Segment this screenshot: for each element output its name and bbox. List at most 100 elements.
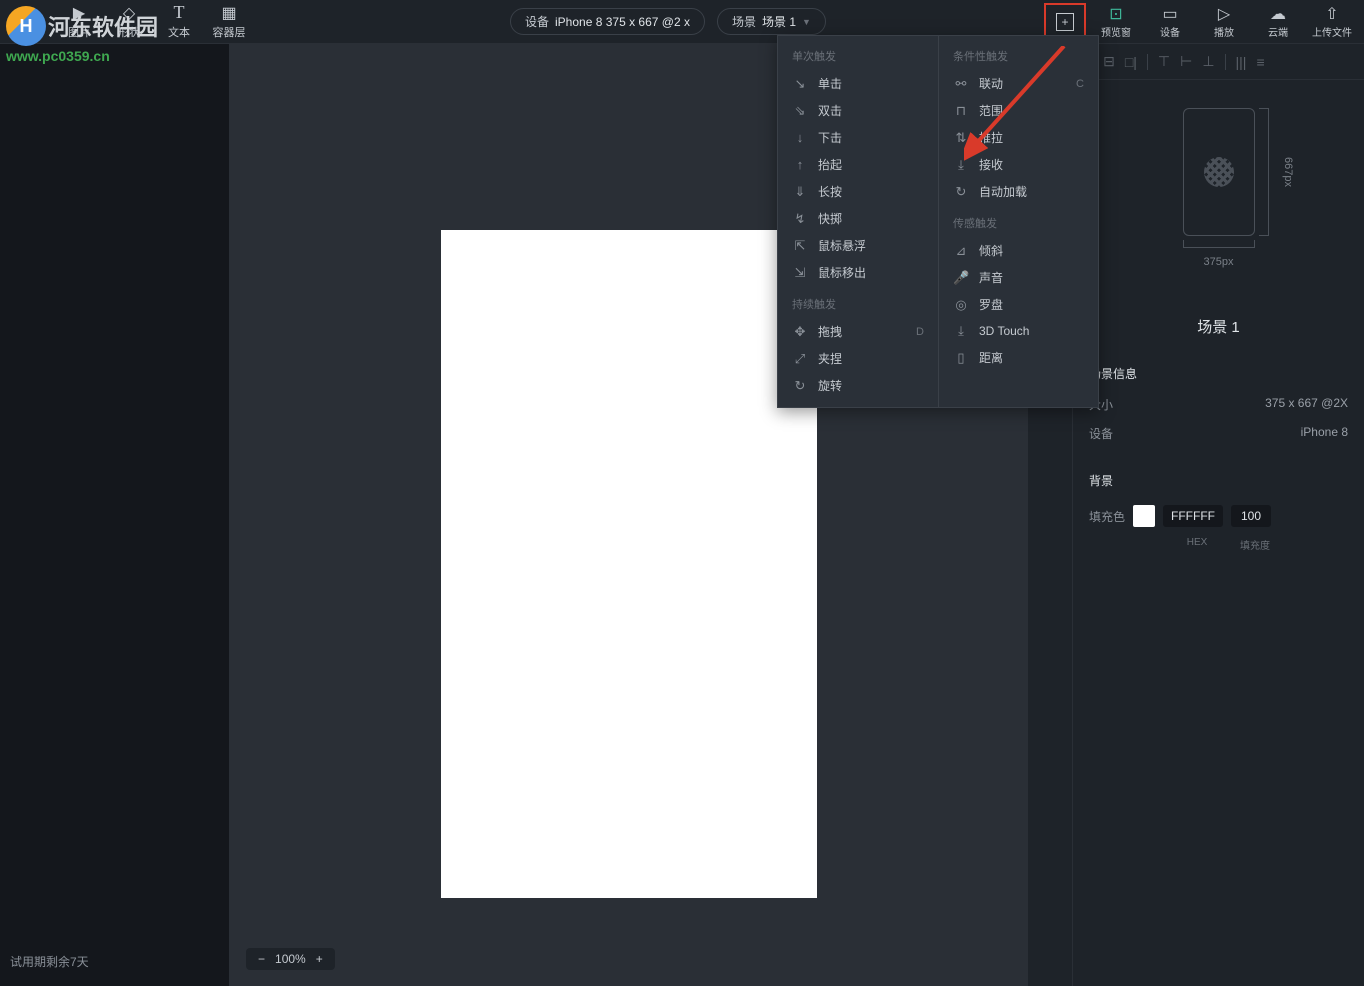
align-top-icon[interactable]: ⊤: [1158, 53, 1170, 70]
menu-item-range[interactable]: ⊓范围: [939, 97, 1098, 124]
menu-item-doubletap[interactable]: ⇘双击: [778, 97, 938, 124]
upload-button[interactable]: ⇧上传文件: [1308, 0, 1356, 44]
fill-row: 填充色 FFFFFF 100: [1073, 497, 1364, 535]
watermark: H 河东软件园 www.pc0359.cn: [6, 6, 158, 64]
scene-info-header: 场景信息: [1073, 355, 1364, 390]
hover-icon: ⇱: [792, 238, 808, 254]
distribute-v-icon[interactable]: ≡: [1256, 54, 1264, 70]
device-icon: ▭: [1162, 5, 1177, 23]
menu-item-drag[interactable]: ✥拖拽D: [778, 318, 938, 345]
topbar: ⊞视图 ▶图片 ◇形状 T文本 ▦容器层 设备 iPhone 8 375 x 6…: [0, 0, 1364, 44]
zoom-out-button[interactable]: −: [258, 952, 265, 966]
scene-selector[interactable]: 场景 场景 1 ▼: [717, 8, 826, 35]
zoom-value: 100%: [275, 952, 306, 966]
drag-icon: ✥: [792, 324, 808, 340]
menu-item-link[interactable]: ⚯联动C: [939, 70, 1098, 97]
tilt-icon: ⊿: [953, 243, 969, 259]
down-icon: ↓: [792, 130, 808, 145]
menu-header-sensor: 传感触发: [939, 211, 1098, 237]
menu-item-3dtouch[interactable]: ⤓3D Touch: [939, 318, 1098, 344]
compass-icon: ◎: [953, 297, 969, 313]
device-selector[interactable]: 设备 iPhone 8 375 x 667 @2 x: [510, 8, 705, 35]
autoload-icon: ↻: [953, 184, 969, 200]
mic-icon: 🎤: [953, 270, 969, 286]
menu-col-2: 条件性触发 ⚯联动C ⊓范围 ⇅推拉 ⤓接收 ↻自动加载 传感触发 ⊿倾斜 🎤声…: [938, 36, 1098, 407]
text-icon: T: [174, 4, 185, 22]
menu-item-tilt[interactable]: ⊿倾斜: [939, 237, 1098, 264]
align-center-h-icon[interactable]: ⊟: [1103, 53, 1115, 70]
play-icon: ▷: [1218, 5, 1230, 23]
device-value: iPhone 8 375 x 667 @2 x: [555, 15, 690, 29]
menu-header-continuous: 持续触发: [778, 292, 938, 318]
menu-item-autoload[interactable]: ↻自动加载: [939, 178, 1098, 205]
main: − 100% + |□ ⊟ □| ⊤ ⊢ ⊥ ||| ≡ 667px: [0, 44, 1364, 986]
rotate-icon: ↻: [792, 378, 808, 394]
hex-sublabel: HEX: [1167, 537, 1227, 552]
menu-item-touchdown[interactable]: ↓下击: [778, 124, 938, 151]
width-label: 375px: [1204, 256, 1234, 268]
tool-text[interactable]: T文本: [158, 0, 200, 44]
distribute-h-icon[interactable]: |||: [1236, 54, 1247, 70]
align-center-v-icon[interactable]: ⊢: [1180, 53, 1192, 70]
watermark-url: www.pc0359.cn: [6, 48, 158, 64]
menu-item-receive[interactable]: ⤓接收: [939, 151, 1098, 178]
size-row: 大小 375 x 667 @2X: [1073, 390, 1364, 419]
device-label: 设备: [1089, 425, 1113, 442]
size-value: 375 x 667 @2X: [1265, 396, 1348, 413]
cloud-button[interactable]: ☁云端: [1254, 0, 1302, 44]
align-bottom-icon[interactable]: ⊥: [1202, 53, 1214, 70]
background-header: 背景: [1073, 462, 1364, 497]
fling-icon: ↯: [792, 211, 808, 227]
menu-item-pushpull[interactable]: ⇅推拉: [939, 124, 1098, 151]
fill-label: 填充色: [1089, 508, 1125, 525]
pinch-icon: ⤢: [792, 351, 808, 367]
play-button[interactable]: ▷播放: [1200, 0, 1248, 44]
zoom-in-button[interactable]: +: [316, 952, 323, 966]
opacity-input[interactable]: 100: [1231, 505, 1271, 527]
height-label: 667px: [1282, 157, 1294, 187]
mouseout-icon: ⇲: [792, 265, 808, 281]
pushpull-icon: ⇅: [953, 130, 969, 146]
upload-icon: ⇧: [1325, 5, 1338, 23]
plus-icon: +: [1056, 13, 1074, 31]
align-bar: |□ ⊟ □| ⊤ ⊢ ⊥ ||| ≡: [1073, 44, 1364, 80]
trial-notice: 试用期剩余7天: [10, 953, 89, 970]
menu-item-mouseout[interactable]: ⇲鼠标移出: [778, 259, 938, 286]
menu-item-touchup[interactable]: ↑抬起: [778, 151, 938, 178]
pattern-icon: [1204, 157, 1234, 187]
range-icon: ⊓: [953, 103, 969, 119]
device-row: 设备 iPhone 8: [1073, 419, 1364, 448]
menu-item-hover[interactable]: ⇱鼠标悬浮: [778, 232, 938, 259]
device-frame: [1183, 108, 1255, 236]
align-right-icon[interactable]: □|: [1125, 54, 1137, 70]
dimension-line-h: [1259, 108, 1269, 236]
left-panel: [0, 44, 230, 986]
longpress-icon: ⇓: [792, 184, 808, 200]
opacity-sublabel: 填充度: [1235, 537, 1275, 552]
preview-window-button[interactable]: ⊡预览窗: [1092, 0, 1140, 44]
color-swatch[interactable]: [1133, 505, 1155, 527]
3dtouch-icon: ⤓: [953, 323, 969, 339]
menu-item-sound[interactable]: 🎤声音: [939, 264, 1098, 291]
container-icon: ▦: [221, 4, 236, 22]
right-panel: |□ ⊟ □| ⊤ ⊢ ⊥ ||| ≡ 667px 375px 场景 1 场景信…: [1072, 44, 1364, 986]
menu-item-fling[interactable]: ↯快掷: [778, 205, 938, 232]
menu-item-tap[interactable]: ↘单击: [778, 70, 938, 97]
distance-icon: ▯: [953, 350, 969, 366]
menu-item-rotate[interactable]: ↻旋转: [778, 372, 938, 399]
watermark-text: 河东软件园: [48, 10, 158, 42]
menu-header-conditional: 条件性触发: [939, 44, 1098, 70]
zoom-control[interactable]: − 100% +: [246, 948, 335, 970]
scene-value: 场景 1: [762, 13, 796, 30]
link-icon: ⚯: [953, 76, 969, 92]
menu-item-distance[interactable]: ▯距离: [939, 344, 1098, 371]
device-button[interactable]: ▭设备: [1146, 0, 1194, 44]
menu-item-compass[interactable]: ◎罗盘: [939, 291, 1098, 318]
scene-label: 场景: [732, 13, 756, 30]
menu-item-pinch[interactable]: ⤢夹捏: [778, 345, 938, 372]
artboard[interactable]: [441, 230, 817, 898]
hex-input[interactable]: FFFFFF: [1163, 505, 1223, 527]
menu-item-longpress[interactable]: ⇓长按: [778, 178, 938, 205]
tool-container[interactable]: ▦容器层: [208, 0, 250, 44]
chevron-down-icon: ▼: [802, 17, 811, 27]
